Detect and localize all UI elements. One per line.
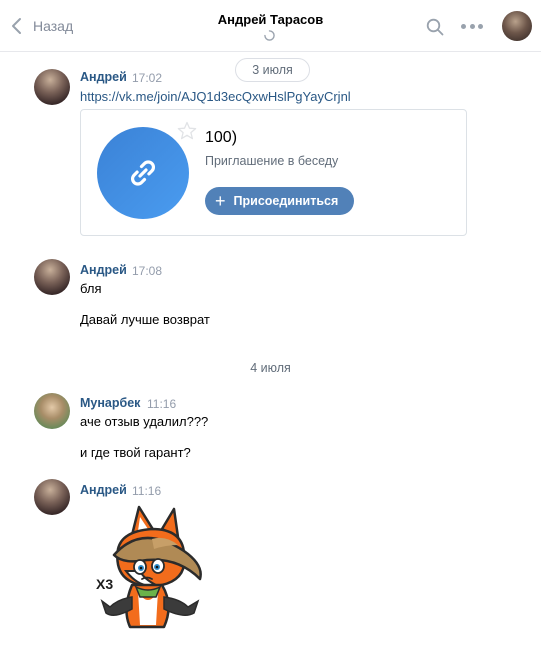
- avatar[interactable]: [34, 479, 70, 515]
- avatar[interactable]: [34, 393, 70, 429]
- search-icon[interactable]: [426, 18, 444, 36]
- loading-spinner-icon: [264, 30, 275, 41]
- link-icon: [130, 160, 156, 186]
- invite-subtitle: Приглашение в беседу: [205, 154, 339, 168]
- chat-avatar[interactable]: [502, 11, 532, 41]
- chat-title[interactable]: Андрей Тарасов: [0, 12, 541, 27]
- date-separator: 4 июля: [250, 361, 291, 375]
- invite-card: 100) Приглашение в беседу + Присоединить…: [80, 109, 467, 236]
- message-time: 17:02: [132, 71, 163, 85]
- fox-shrug-sticker-icon[interactable]: X3: [92, 505, 208, 631]
- join-button-label: Присоединиться: [233, 194, 339, 208]
- message-text: и где твой гарант?: [80, 445, 191, 460]
- message-text: аче отзыв удалил???: [80, 414, 209, 429]
- invite-link[interactable]: https://vk.me/join/AJQ1d3ecQxwHslPgYayCr…: [80, 89, 351, 104]
- message-text: бля: [80, 281, 102, 296]
- message-author[interactable]: Андрей: [80, 70, 127, 84]
- chat-header: Назад Андрей Тарасов: [0, 0, 541, 52]
- more-options-icon[interactable]: [461, 24, 483, 30]
- message-author[interactable]: Андрей: [80, 483, 127, 497]
- plus-icon: +: [215, 191, 226, 211]
- avatar[interactable]: [34, 259, 70, 295]
- message-time: 17:08: [132, 264, 163, 278]
- message-time: 11:16: [132, 484, 162, 498]
- chat-link-photo: [97, 127, 189, 219]
- sticker-caption: X3: [96, 576, 113, 592]
- message-author[interactable]: Андрей: [80, 263, 127, 277]
- message-time: 11:16: [147, 397, 177, 411]
- message-text: Давай лучше возврат: [80, 312, 210, 327]
- join-button[interactable]: + Присоединиться: [205, 187, 354, 215]
- star-icon[interactable]: [177, 121, 197, 141]
- invite-chat-title: 100): [205, 129, 238, 146]
- message-author[interactable]: Мунарбек: [80, 396, 140, 410]
- avatar[interactable]: [34, 69, 70, 105]
- date-separator: 3 июля: [235, 58, 310, 82]
